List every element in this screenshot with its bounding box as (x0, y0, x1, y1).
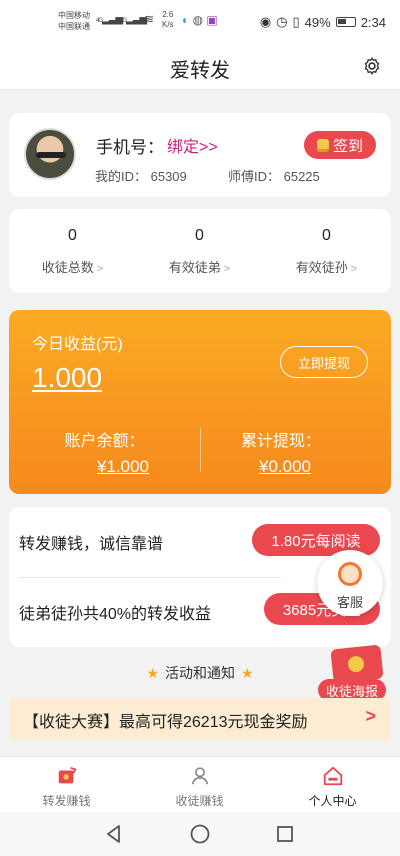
stat-label: 收徒总数 (41, 260, 94, 275)
red-envelope-icon (330, 644, 384, 684)
total-withdrawn-value[interactable]: ¥0.000 (201, 457, 369, 477)
stat-label: 有效徒弟 (168, 260, 221, 275)
stat-value: 0 (68, 227, 77, 244)
wifi-icon: ≋ (144, 12, 154, 26)
stat-label: 有效徒孙 (295, 260, 348, 275)
battery-percent: 49% (304, 14, 331, 30)
vibrate-icon: ▯ (292, 14, 300, 29)
customer-service-icon (338, 562, 362, 586)
app-notification-icon: ▣ (206, 13, 218, 27)
alarm-icon: ◷ (276, 14, 288, 29)
tab-label: 转发赚钱 (42, 794, 91, 808)
contest-banner[interactable]: 【收徒大赛】最高可得26213元现金奖励 > (10, 698, 390, 740)
bind-phone-link[interactable]: 绑定>> (167, 133, 218, 157)
home-icon (323, 766, 343, 786)
app-header: 爱转发 (0, 44, 400, 90)
checkin-button[interactable]: 签到 (304, 131, 376, 159)
promo-row-2-text: 徒弟徒孙共40%的转发收益 (19, 606, 212, 623)
clock: 2:34 (360, 14, 386, 30)
promo-row-1-text: 转发赚钱，诚信靠谱 (19, 536, 164, 553)
battery-icon (335, 17, 356, 27)
today-earnings-label: 今日收益(元) (32, 336, 123, 353)
signal-3g-icon: 3G▂▃▅ (120, 14, 147, 25)
wechat-icon: ◍ (192, 13, 204, 27)
star-icon: ★ (146, 665, 159, 681)
divider (19, 577, 281, 578)
signal-4g-icon: 4G▂▃▅ (96, 14, 123, 25)
system-navigation-bar (0, 812, 400, 856)
recents-icon[interactable] (275, 823, 295, 845)
tab-profile[interactable]: 个人中心 (266, 757, 399, 813)
profile-card: 手机号： 绑定>> 我的ID： 65309 师傅ID： 65225 签到 (9, 113, 391, 197)
coin-icon (316, 138, 329, 152)
home-circle-icon[interactable] (189, 823, 211, 845)
phone-label: 手机号： (96, 138, 164, 157)
stat-total-apprentices[interactable]: 0 收徒总数 > (9, 227, 136, 276)
notification-icons: ◐ ◍ ▣ (182, 13, 218, 27)
network-speed: 2.6 K/s (162, 10, 174, 29)
my-id: 我的ID： 65309 (95, 169, 187, 184)
checkin-label: 签到 (332, 137, 363, 155)
eye-icon: ◉ (259, 14, 272, 29)
page-title: 爱转发 (170, 60, 230, 82)
app-notification-icon: ◐ (182, 13, 190, 27)
back-icon[interactable] (104, 823, 124, 845)
tab-label: 个人中心 (308, 794, 357, 808)
chevron-right-icon: > (223, 263, 231, 275)
status-right: ◉ ◷ ▯ 49% 2:34 (260, 14, 386, 30)
contest-text: 【收徒大赛】最高可得26213元现金奖励 (23, 714, 308, 731)
customer-service-label: 客服 (336, 595, 363, 610)
bottom-tab-bar: 转发赚钱 收徒赚钱 个人中心 (0, 756, 400, 812)
carrier-info: 中国移动 中国联通 (58, 10, 90, 32)
chevron-right-icon: > (96, 263, 104, 275)
star-icon: ★ (241, 665, 254, 681)
customer-service-button[interactable]: 客服 (317, 550, 383, 616)
total-withdrawn-label: 累计提现： (240, 433, 321, 450)
balance-label: 账户余额： (64, 433, 145, 450)
stat-value: 0 (322, 227, 331, 244)
chevron-right-icon: > (350, 263, 358, 275)
tab-label: 收徒赚钱 (175, 794, 224, 808)
stat-value: 0 (195, 227, 204, 244)
gear-icon[interactable] (362, 56, 382, 76)
tab-recruit-earn[interactable]: 收徒赚钱 (133, 757, 266, 813)
stat-valid-grand-apprentices[interactable]: 0 有效徒孙 > (263, 227, 390, 276)
withdraw-button[interactable]: 立即提现 (280, 346, 368, 378)
share-earn-icon (58, 766, 77, 784)
master-id: 师傅ID： 65225 (228, 169, 320, 184)
chevron-right-icon: > (365, 706, 376, 726)
carrier-1: 中国移动 (58, 11, 90, 20)
tab-share-earn[interactable]: 转发赚钱 (0, 757, 133, 813)
recruit-poster-button[interactable]: 收徒海报 (318, 644, 386, 701)
stat-valid-apprentices[interactable]: 0 有效徒弟 > (136, 227, 263, 276)
carrier-2: 中国联通 (58, 22, 90, 31)
avatar[interactable] (24, 128, 76, 180)
earnings-card: 今日收益(元) 1.000 立即提现 账户余额： ¥1.000 累计提现： ¥0… (9, 310, 391, 494)
stats-card: 0 收徒总数 > 0 有效徒弟 > 0 有效徒孙 > (9, 209, 391, 293)
today-earnings-value[interactable]: 1.000 (32, 362, 102, 394)
status-bar: 中国移动 中国联通 4G▂▃▅ 3G▂▃▅ ≋ 2.6 K/s ◐ ◍ ▣ ◉ … (0, 0, 400, 44)
user-icon (191, 767, 209, 785)
